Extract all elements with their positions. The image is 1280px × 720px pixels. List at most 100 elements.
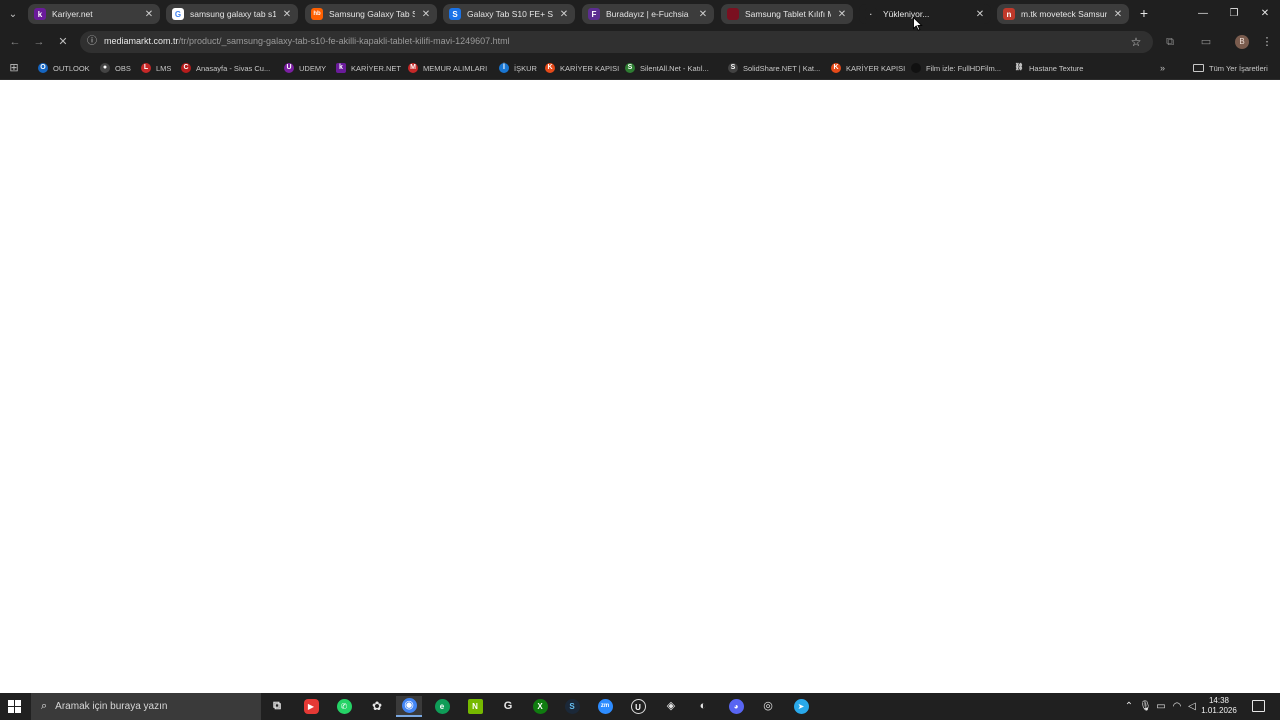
tab-trendyol[interactable]: Samsung Tablet Kılıfı Mo ✕ [721,4,853,24]
chrome-dev-icon[interactable]: ◎ [755,696,781,717]
new-tab-button[interactable]: + [1135,5,1153,23]
youtube-icon[interactable]: ▶ [298,696,324,717]
task-view-icon[interactable]: ⧉ [264,696,290,717]
battery-icon[interactable]: ▭ [1155,700,1167,713]
tab-kariyer[interactable]: k Kariyer.net ✕ [28,4,160,24]
side-panel-icon[interactable]: ▭ [1198,34,1214,50]
tab-n11[interactable]: n m.tk moveteck Samsung ✕ [997,4,1129,24]
close-icon[interactable]: ✕ [421,9,431,20]
bookmark-item[interactable]: C Anasayfa - Sivas Cu... [181,60,270,76]
ubisoft-icon[interactable]: ◐ [690,696,716,717]
bookmark-label: UDEMY [299,63,327,73]
url-text[interactable]: mediamarkt.com.tr/tr/product/_samsung-ga… [104,36,510,46]
discord-icon[interactable]: ◕ [723,696,749,717]
all-bookmarks-folder[interactable]: Tüm Yer İşaretleri [1193,60,1268,76]
bookmark-label: Hastane Texture [1029,63,1084,73]
close-icon[interactable]: ✕ [144,9,154,20]
steam-glyph: S [564,699,580,714]
chrome-icon[interactable]: ◉ [396,696,422,717]
tab-search-icon[interactable]: ⌄ [4,5,22,23]
search-icon: ⌕ [41,700,48,712]
url-path: /tr/product/_samsung-galaxy-tab-s10-fe-a… [178,36,510,46]
close-icon[interactable]: ✕ [1113,9,1123,20]
close-icon[interactable]: ✕ [975,9,985,20]
kariyer-kapisi-icon: K [545,63,555,73]
trendyol-favicon [727,8,739,20]
chrome-glyph: ◉ [401,698,417,713]
address-bar[interactable]: ⓘ mediamarkt.com.tr/tr/product/_samsung-… [80,31,1153,53]
bookmark-item[interactable]: ● OBS [100,60,131,76]
xbox-icon[interactable]: X [527,696,553,717]
hepsiburada-favicon: hb [311,8,323,20]
kariyer-kapisi-icon: K [831,63,841,73]
zoom-icon[interactable]: zm [592,696,618,717]
apps-grid-icon[interactable]: ⊞ [7,61,21,75]
film-icon [911,63,921,73]
close-icon[interactable]: ✕ [559,9,569,20]
bookmark-item[interactable]: M MEMUR ALIMLARI [408,60,487,76]
notification-center-icon[interactable] [1252,700,1265,712]
profile-avatar[interactable]: B [1235,35,1249,49]
close-window-icon[interactable]: ✕ [1256,5,1274,23]
taskbar-search-box[interactable]: ⌕ Aramak için buraya yazın [31,693,261,720]
steam-icon[interactable]: S [559,696,585,717]
bookmark-label: OUTLOOK [53,63,90,73]
chevron-up-icon[interactable]: ⌃ [1123,700,1135,713]
tab-google-search[interactable]: G samsung galaxy tab s10 f ✕ [166,4,298,24]
tab-efuchsia[interactable]: F Buradayız | e-Fuchsia ✕ [582,4,714,24]
bookmark-label: Anasayfa - Sivas Cu... [196,63,271,73]
stop-loading-icon[interactable]: ✕ [55,34,71,50]
minimize-icon[interactable]: — [1194,5,1212,23]
bookmark-label: LMS [156,63,172,73]
microphone-icon[interactable]: 🎙 [1139,700,1152,713]
telegram-icon[interactable]: ➤ [788,696,814,717]
unreal-icon[interactable]: U [625,696,651,717]
bookmark-item[interactable]: K KARİYER KAPISI [545,60,619,76]
chatgpt-icon[interactable]: ✿ [364,696,390,717]
unity-icon[interactable]: ◈ [658,696,684,717]
task-view-glyph: ⧉ [269,699,285,714]
bookmark-item[interactable]: İ İŞKUR [499,60,537,76]
bookmark-item[interactable]: L LMS [141,60,171,76]
bookmark-item[interactable]: S SolidShare.NET | Kat... [728,60,820,76]
iskur-icon: İ [499,63,509,73]
nvidia-glyph: N [467,699,483,714]
bookmark-star-icon[interactable]: ☆ [1129,35,1143,49]
bookmark-label: KARİYER.NET [351,63,402,73]
close-icon[interactable]: ✕ [282,9,292,20]
bookmark-item[interactable]: K KARİYER KAPISI [831,60,905,76]
bookmark-label: Film izle: FullHDFilm... [926,63,1001,73]
tab-hepsiburada[interactable]: hb Samsung Galaxy Tab S10 ✕ [305,4,437,24]
nvidia-icon[interactable]: N [462,696,488,717]
close-icon[interactable]: ✕ [698,9,708,20]
bookmark-item[interactable]: Film izle: FullHDFilm... [911,60,1001,76]
bookmark-item[interactable]: k KARİYER.NET [336,60,401,76]
edge-icon[interactable]: e [429,696,455,717]
more-bookmarks-icon[interactable]: » [1160,61,1172,75]
epic-icon[interactable]: G [495,696,521,717]
bookmark-item[interactable]: O OUTLOOK [38,60,90,76]
bookmark-item[interactable]: ⛓ Hastane Texture [1014,60,1083,76]
wifi-icon[interactable]: ◠ [1171,700,1183,713]
bookmark-item[interactable]: S SilentAll.Net - Katıl... [625,60,709,76]
back-icon[interactable]: ← [7,34,23,50]
outlook-icon: O [38,63,48,73]
browser-toolbar: ← → ✕ ⓘ mediamarkt.com.tr/tr/product/_sa… [0,28,1280,56]
tab-title: Kariyer.net [52,9,93,19]
site-info-icon[interactable]: ⓘ [86,36,98,48]
restore-icon[interactable]: ❐ [1225,5,1243,23]
close-icon[interactable]: ✕ [837,9,847,20]
menu-icon[interactable]: ⋮ [1259,34,1275,50]
extensions-icon[interactable]: ⧉ [1162,34,1178,50]
whatsapp-icon[interactable]: ✆ [331,696,357,717]
bookmark-item[interactable]: U UDEMY [284,60,326,76]
clock-time: 14:38 [1208,696,1230,705]
tab-samsung[interactable]: S Galaxy Tab S10 FE+ Smart ✕ [443,4,575,24]
forward-icon[interactable]: → [31,34,47,50]
windows-start-icon[interactable] [8,700,21,713]
taskbar-clock[interactable]: 14:38 1.01.2026 [1197,696,1241,716]
tab-loading[interactable]: · Yükleniyor... ✕ [859,4,991,24]
unity-glyph: ◈ [663,699,679,714]
xbox-glyph: X [532,699,548,714]
n11-favicon: n [1003,8,1015,20]
